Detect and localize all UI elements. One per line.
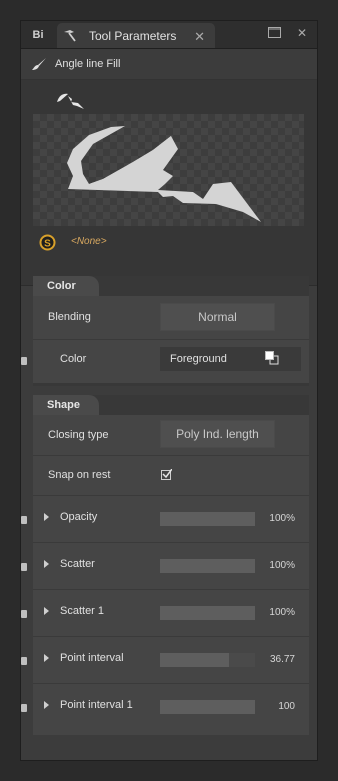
param-value: 100%	[269, 513, 295, 524]
plug-icon[interactable]	[21, 606, 29, 624]
param-label: Scatter 1	[60, 605, 105, 617]
expand-arrow-icon[interactable]	[44, 560, 49, 568]
param-slider[interactable]	[160, 559, 255, 573]
shape-section-tab[interactable]: Shape	[33, 395, 99, 415]
window-close-icon[interactable]: ✕	[297, 26, 307, 40]
param-row-opacity: Opacity 100%	[21, 495, 309, 543]
param-slider[interactable]	[160, 512, 255, 526]
param-row-point-interval-1: Point interval 1 100	[21, 683, 309, 730]
param-label: Point interval 1	[60, 699, 133, 711]
texture-coin-icon[interactable]: S	[39, 234, 56, 256]
title-bar: Bi Tool Parameters ✕ ✕	[21, 21, 317, 49]
plug-icon[interactable]	[21, 700, 29, 718]
brush-preview-area: S <None>	[21, 80, 317, 286]
color-section: Color Blending Normal Color Foreground	[21, 276, 309, 386]
hammer-icon	[57, 29, 83, 43]
tab-close-icon[interactable]: ✕	[194, 29, 205, 45]
param-row-scatter-1: Scatter 1 100%	[21, 589, 309, 637]
snap-on-rest-label: Snap on rest	[48, 469, 111, 481]
param-label: Point interval	[60, 652, 124, 664]
param-value: 100%	[269, 607, 295, 618]
param-label: Scatter	[60, 558, 95, 570]
closing-type-label: Closing type	[48, 429, 109, 441]
param-value: 100%	[269, 560, 295, 571]
param-row-point-interval: Point interval 36.77	[21, 636, 309, 684]
shape-section: Shape Closing type Poly Ind. length Snap…	[21, 395, 309, 735]
color-value: Foreground	[170, 353, 227, 365]
closing-type-row: Closing type Poly Ind. length	[33, 415, 309, 456]
color-field[interactable]: Foreground	[160, 347, 301, 371]
param-value: 36.77	[269, 654, 295, 665]
blending-row: Blending Normal	[33, 296, 309, 340]
snap-on-rest-row: Snap on rest	[33, 455, 309, 496]
param-slider[interactable]	[160, 653, 255, 667]
slider-fill	[160, 559, 255, 573]
slider-fill	[160, 653, 230, 667]
blending-label: Blending	[48, 311, 91, 323]
param-label: Opacity	[60, 511, 98, 523]
expand-arrow-icon[interactable]	[44, 654, 49, 662]
brush-stroke-preview	[33, 114, 304, 226]
color-section-body: Blending Normal Color Foreground	[21, 296, 309, 383]
slider-fill	[160, 606, 255, 620]
tab-title: Tool Parameters	[89, 28, 177, 43]
shape-section-body: Closing type Poly Ind. length Snap on re…	[21, 415, 309, 735]
snap-on-rest-checkbox[interactable]	[161, 469, 172, 480]
color-row: Color Foreground	[21, 339, 309, 383]
blending-select[interactable]: Normal	[160, 303, 275, 331]
param-slider[interactable]	[160, 606, 255, 620]
param-row-scatter: Scatter 100%	[21, 542, 309, 590]
slider-fill	[160, 512, 255, 526]
tab-bi[interactable]: Bi	[21, 21, 55, 48]
plug-icon[interactable]	[21, 512, 29, 530]
color-label: Color	[60, 353, 87, 365]
param-slider[interactable]	[160, 700, 255, 714]
tool-row: Angle line Fill	[21, 49, 317, 80]
tool-name: Angle line Fill	[55, 58, 121, 70]
tool-parameters-panel: Bi Tool Parameters ✕ ✕ Angle line Fill S…	[20, 20, 318, 761]
plug-icon[interactable]	[21, 653, 29, 671]
plug-icon[interactable]	[21, 559, 29, 577]
texture-name: <None>	[71, 236, 107, 247]
expand-arrow-icon[interactable]	[44, 701, 49, 709]
brush-icon	[31, 57, 47, 71]
expand-arrow-icon[interactable]	[44, 513, 49, 521]
param-value: 100	[278, 701, 295, 712]
brush-thumbnail[interactable]	[54, 92, 88, 110]
tab-tool-parameters[interactable]: Tool Parameters ✕	[57, 23, 215, 48]
expand-arrow-icon[interactable]	[44, 607, 49, 615]
color-section-tab[interactable]: Color	[33, 276, 99, 296]
plug-icon[interactable]	[21, 353, 29, 371]
maximize-icon[interactable]	[268, 27, 281, 41]
slider-fill	[160, 700, 255, 714]
fg-bg-swatch-icon[interactable]	[265, 351, 279, 368]
svg-text:S: S	[44, 239, 51, 250]
closing-type-select[interactable]: Poly Ind. length	[160, 420, 275, 448]
